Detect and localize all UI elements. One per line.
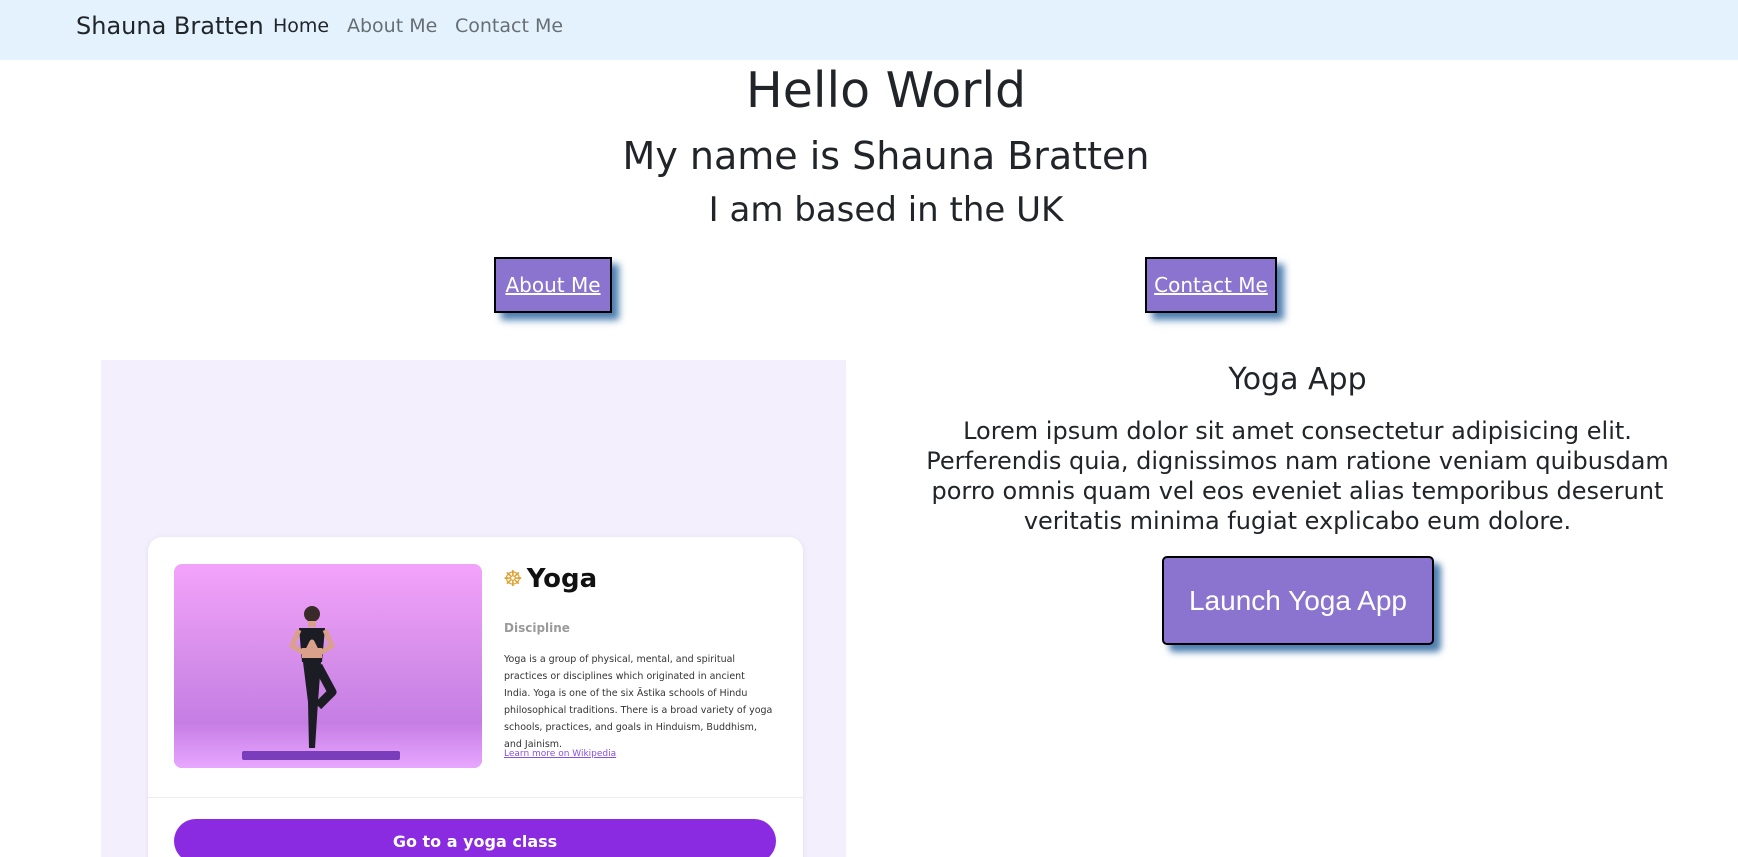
yoga-mat [242,751,400,760]
card-divider [148,797,803,798]
card-title: Yoga [526,564,598,594]
hero-heading: Hello World [745,62,1027,119]
yoga-class-button[interactable]: Go to a yoga class [174,819,776,857]
project-title: Yoga App [1228,362,1367,397]
wikipedia-link[interactable]: Learn more on Wikipedia [504,749,616,759]
person-in-lotus-position-icon: ☸ [503,566,523,592]
preview-card: ☸ Yoga Discipline Yoga is a group of phy… [148,537,803,857]
top-navbar: Shauna Bratten Home About Me Contact Me [0,0,1738,60]
about-me-button[interactable]: About Me [494,257,612,313]
nav-link-contact[interactable]: Contact Me [455,15,563,37]
nav-link-home[interactable]: Home [273,15,329,37]
brand-link[interactable]: Shauna Bratten [76,12,264,40]
hero-location: I am based in the UK [708,190,1064,230]
card-description: Yoga is a group of physical, mental, and… [504,654,773,750]
card-subtitle: Discipline [504,621,570,635]
contact-me-button[interactable]: Contact Me [1145,257,1277,313]
launch-yoga-app-button[interactable]: Launch Yoga App [1162,556,1434,645]
nav-link-about[interactable]: About Me [347,15,437,37]
yoga-pose-figure [289,606,337,748]
yoga-photo [174,564,482,768]
hero-name: My name is Shauna Bratten [622,134,1150,178]
yoga-app-preview: ☸ Yoga Discipline Yoga is a group of phy… [101,360,846,857]
project-description: Lorem ipsum dolor sit amet consectetur a… [926,417,1669,535]
